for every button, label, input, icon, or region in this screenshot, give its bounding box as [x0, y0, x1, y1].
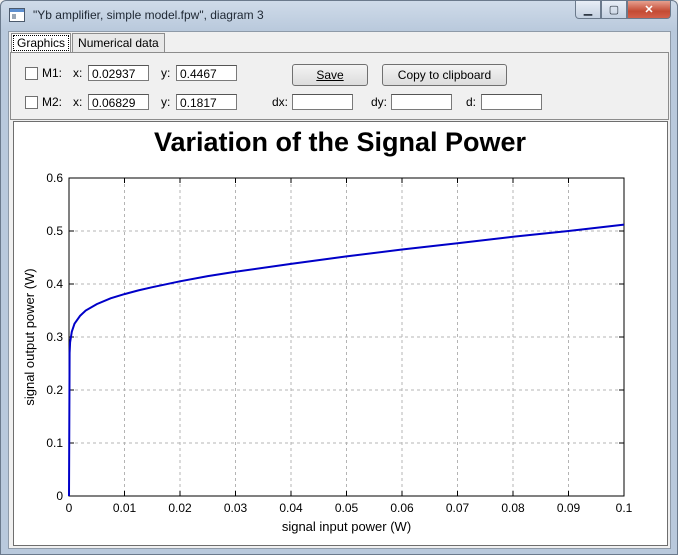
window-title: "Yb amplifier, simple model.fpw", diagra… — [33, 8, 264, 22]
x-tick-label: 0.04 — [279, 501, 303, 515]
m1-y-label: y: — [161, 66, 171, 80]
copy-to-clipboard-button[interactable]: Copy to clipboard — [382, 64, 507, 86]
y-axis-label: signal output power (W) — [22, 268, 37, 405]
m1-x-label: x: — [73, 66, 83, 80]
dy-field[interactable] — [391, 94, 452, 110]
m2-y-field[interactable]: 0.1817 — [176, 94, 237, 110]
grid-lines — [69, 178, 624, 496]
maximize-button[interactable]: ▢ — [601, 1, 627, 19]
y-tick-label: 0.2 — [46, 383, 63, 397]
tab-strip: Graphics Numerical data — [11, 33, 166, 53]
marker-panel: M1: x: 0.02937 y: 0.4467 Save Copy to cl… — [10, 52, 669, 120]
save-button[interactable]: Save — [292, 64, 368, 86]
m2-x-field[interactable]: 0.06829 — [88, 94, 149, 110]
m2-checkbox[interactable] — [25, 96, 38, 109]
x-tick-label: 0.08 — [501, 501, 525, 515]
x-tick-label: 0.07 — [446, 501, 470, 515]
y-tick-label: 0.6 — [46, 171, 63, 185]
axis-ticks: 0 0.01 0.02 0.03 0.04 0.05 0.06 0.07 0.08 0.09 0.1… — [46, 171, 632, 515]
chart-title: Variation of the Signal Power — [154, 127, 527, 157]
m1-checkbox[interactable] — [25, 67, 38, 80]
plot-area[interactable]: Variation of the Signal Power 0 0.01 0.02 0… — [13, 121, 668, 546]
tab-numerical-data[interactable]: Numerical data — [72, 33, 165, 53]
m2-label: M2: — [42, 95, 63, 109]
app-window-icon[interactable] — [9, 8, 25, 22]
copy-to-clipboard-label: Copy to clipboard — [397, 68, 492, 82]
app-window: "Yb amplifier, simple model.fpw", diagra… — [0, 0, 678, 555]
x-tick-label: 0.05 — [335, 501, 359, 515]
m1-label: M1: — [42, 66, 63, 80]
tab-graphics[interactable]: Graphics — [11, 33, 72, 53]
x-tick-label: 0.06 — [390, 501, 414, 515]
dy-label: dy: — [371, 95, 388, 109]
d-field[interactable] — [481, 94, 542, 110]
y-tick-label: 0.3 — [46, 330, 63, 344]
x-tick-label: 0.01 — [113, 501, 137, 515]
maximize-icon: ▢ — [608, 4, 620, 16]
close-button[interactable]: ✕ — [627, 1, 671, 19]
close-icon: ✕ — [644, 4, 654, 16]
caption-buttons: ▁ ▢ ✕ — [575, 1, 671, 21]
x-axis-label: signal input power (W) — [282, 519, 411, 534]
y-tick-label: 0.1 — [46, 436, 63, 450]
y-tick-label: 0.4 — [46, 277, 63, 291]
x-tick-label: 0 — [66, 501, 73, 515]
x-tick-label: 0.02 — [168, 501, 192, 515]
m1-y-field[interactable]: 0.4467 — [176, 65, 237, 81]
signal-power-chart: Variation of the Signal Power 0 0.01 0.02 0… — [22, 127, 633, 534]
title-bar[interactable]: "Yb amplifier, simple model.fpw", diagra… — [1, 1, 677, 31]
x-tick-label: 0.09 — [557, 501, 581, 515]
y-tick-label: 0 — [56, 489, 63, 503]
m2-x-label: x: — [73, 95, 83, 109]
minimize-button[interactable]: ▁ — [575, 1, 601, 19]
dx-field[interactable] — [292, 94, 353, 110]
m1-x-field[interactable]: 0.02937 — [88, 65, 149, 81]
x-tick-label: 0.03 — [224, 501, 248, 515]
y-tick-label: 0.5 — [46, 224, 63, 238]
client-area: Graphics Numerical data M1: x: 0.02937 y… — [8, 31, 671, 549]
m2-y-label: y: — [161, 95, 171, 109]
minimize-icon: ▁ — [583, 4, 593, 16]
save-button-label: Save — [316, 68, 344, 82]
x-tick-label: 0.1 — [616, 501, 633, 515]
d-label: d: — [466, 95, 477, 109]
dx-label: dx: — [272, 95, 289, 109]
